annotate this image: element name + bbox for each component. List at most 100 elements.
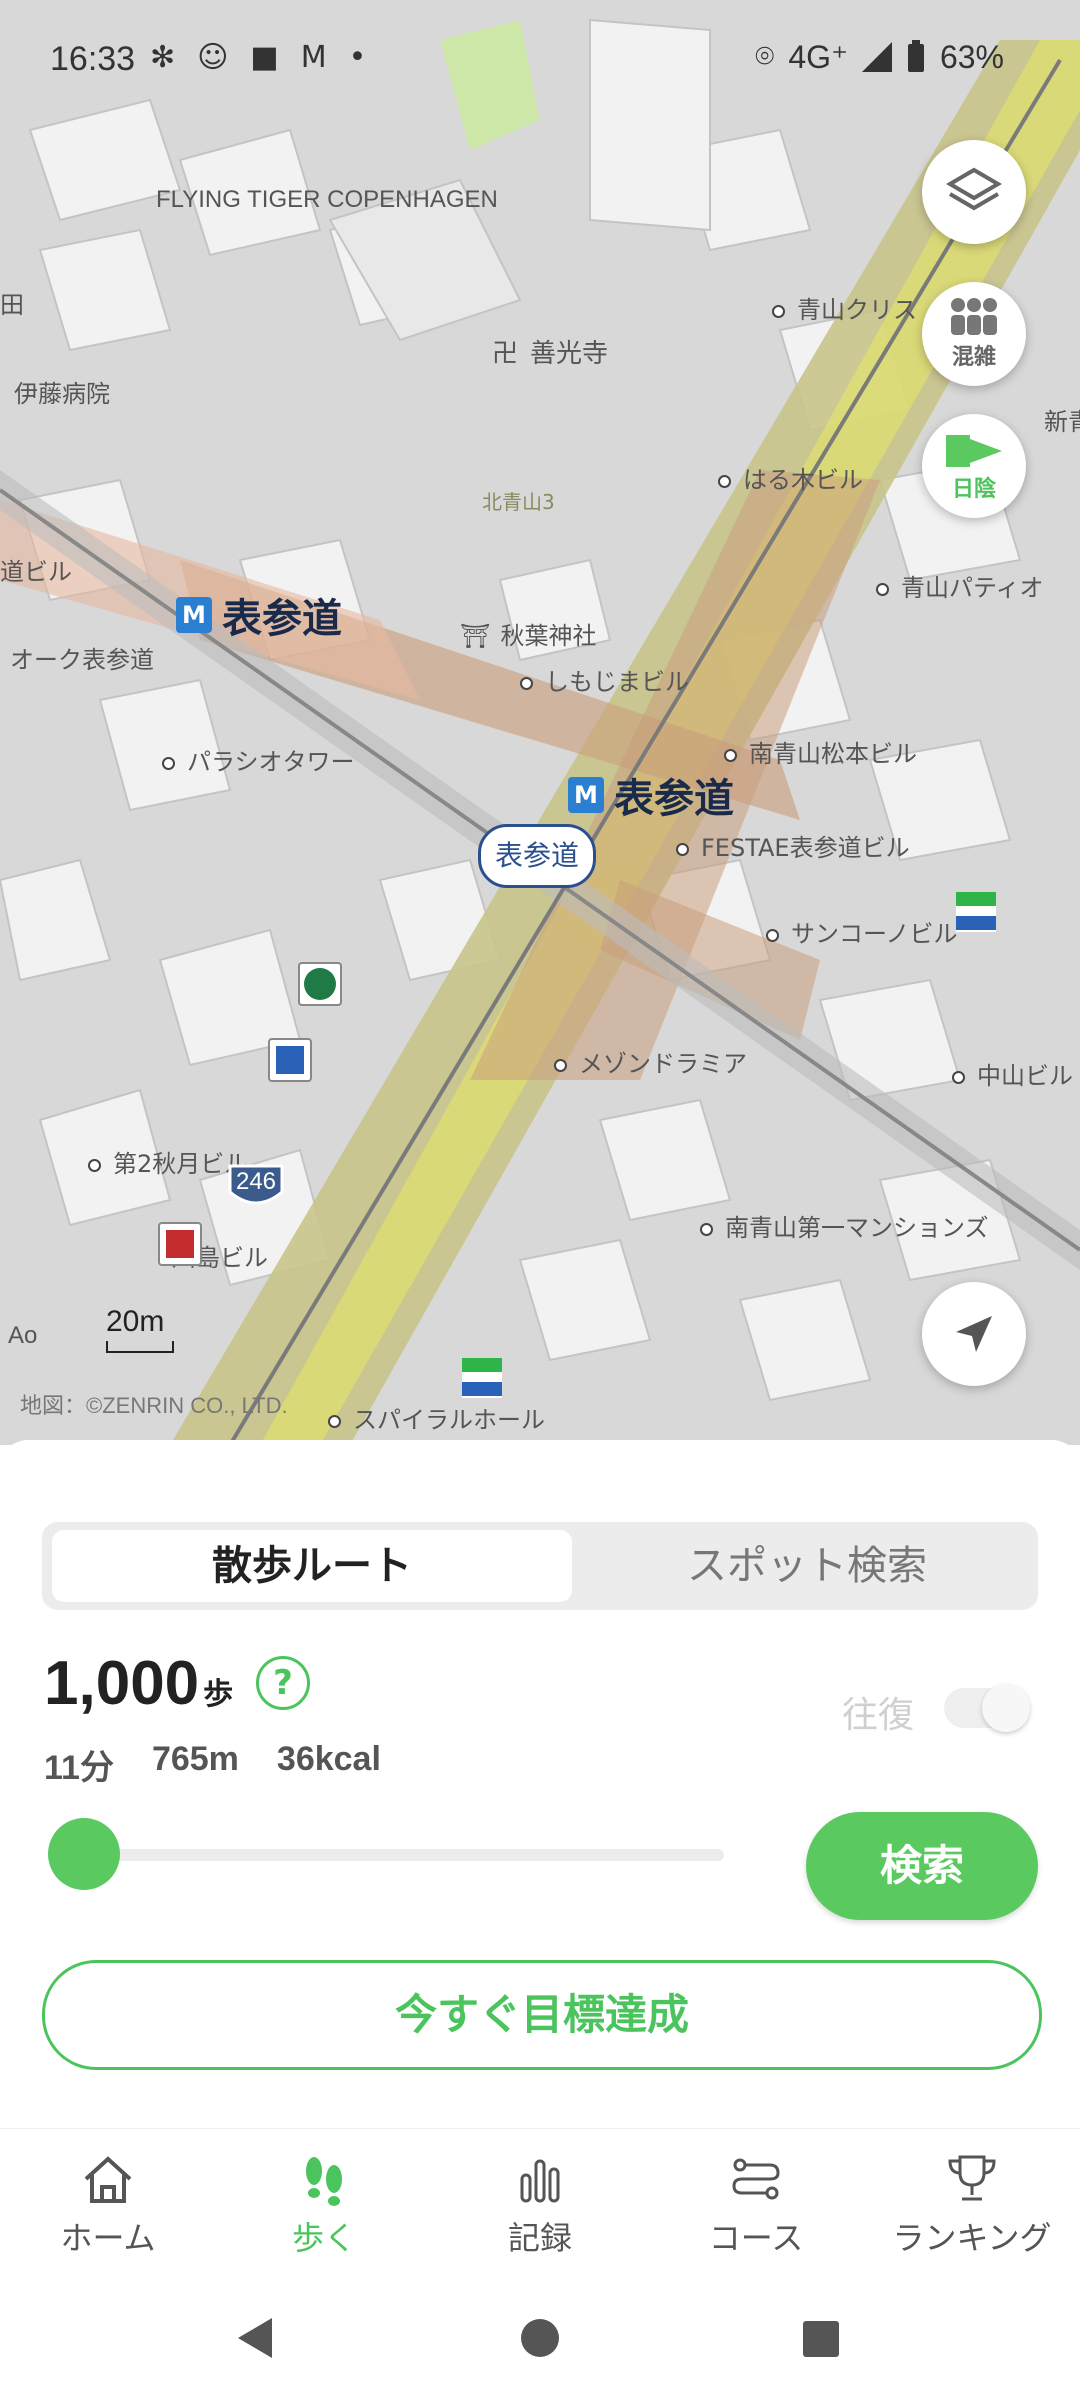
- shade-icon: [946, 435, 1002, 467]
- map-label-spiral[interactable]: スパイラルホール: [328, 1400, 545, 1435]
- crowd-icon: [951, 298, 997, 335]
- metro-icon: M: [176, 597, 212, 633]
- round-trip-toggle[interactable]: [944, 1684, 1030, 1732]
- toggle-knob: [982, 1684, 1030, 1732]
- tab-spot-search[interactable]: スポット検索: [582, 1530, 1032, 1602]
- search-button[interactable]: 検索: [806, 1812, 1038, 1920]
- map-label-palacio[interactable]: パラシオタワー: [162, 742, 355, 777]
- tab-ranking-label: ランキング: [892, 2219, 1052, 2257]
- my-location-button[interactable]: [922, 1282, 1026, 1386]
- map-label-nakayama[interactable]: 中山ビル: [952, 1056, 1073, 1091]
- tab-walk[interactable]: 歩く: [216, 2129, 432, 2279]
- starbucks-icon[interactable]: [298, 962, 342, 1006]
- target-steps: 1,000 歩: [44, 1648, 233, 1719]
- calories: 36kcal: [276, 1740, 381, 1778]
- map-label-minami-matsumoto[interactable]: 南青山松本ビル: [724, 734, 917, 769]
- familymart-icon[interactable]: [956, 892, 996, 932]
- notification-icons: ✻ ☺ ■ M •: [150, 40, 366, 75]
- steps-value: 1,000: [44, 1649, 200, 1718]
- station-label-omotesando-west[interactable]: M 表参道: [176, 586, 342, 644]
- map-label-ao: Ao: [8, 1322, 38, 1349]
- tab-records-label: 記録: [507, 2219, 572, 2257]
- map-label-minami-daiichi[interactable]: 南青山第一マンションズ: [700, 1208, 989, 1243]
- route-stats: 11分 765m 36kcal: [44, 1740, 381, 1789]
- kfc-icon[interactable]: [158, 1222, 202, 1266]
- tab-course-label: コース: [708, 2219, 804, 2257]
- tab-course[interactable]: コース: [648, 2129, 864, 2279]
- steps-slider[interactable]: [48, 1818, 724, 1890]
- recents-icon[interactable]: [802, 2320, 840, 2358]
- map-label-itou[interactable]: 伊藤病院: [14, 374, 110, 409]
- crowd-label: 混雑: [951, 345, 996, 370]
- route-icon: [732, 2158, 780, 2200]
- shrine-icon: ⛩: [460, 622, 491, 650]
- shade-button[interactable]: 日陰: [922, 414, 1026, 518]
- tab-records[interactable]: 記録: [432, 2129, 648, 2279]
- station-pill[interactable]: 表参道: [478, 824, 596, 888]
- tab-home[interactable]: ホーム: [0, 2129, 216, 2279]
- slack-icon: ✻: [150, 40, 176, 75]
- cube-icon: ■: [250, 40, 279, 75]
- shade-label: 日陰: [951, 477, 996, 502]
- layers-icon: [946, 167, 1002, 211]
- map-label-harukibiru[interactable]: はる木ビル: [718, 460, 863, 495]
- map-view[interactable]: 16:33 ✻ ☺ ■ M • ⌾ 4G⁺ 63% FLYING TIGER C…: [0, 0, 1080, 1445]
- battery-level: 63%: [939, 38, 1004, 75]
- network-type: 4G⁺: [788, 39, 848, 75]
- home-nav-icon[interactable]: [520, 2318, 560, 2358]
- lawson-icon[interactable]: [268, 1038, 312, 1082]
- tab-home-label: ホーム: [60, 2219, 156, 2257]
- round-trip-label: 往復: [842, 1695, 915, 1736]
- map-label-zenkoji-text: 善光寺: [530, 339, 609, 369]
- tab-walk-label: 歩く: [291, 2219, 356, 2257]
- map-label-aoyama-kuris[interactable]: 青山クリス: [772, 290, 917, 325]
- map-label-kitaaoyama: 北青山3: [482, 490, 555, 514]
- slider-thumb[interactable]: [48, 1818, 120, 1890]
- duration: 11分: [44, 1749, 114, 1787]
- station-name: 表参道: [222, 596, 342, 642]
- map-label-maison[interactable]: メゾンドラミア: [554, 1044, 747, 1079]
- map-label-zenkoji[interactable]: 卍善光寺: [492, 333, 608, 370]
- map-label-oak-omotesando[interactable]: オーク表参道: [10, 640, 154, 675]
- scale-text: 20m: [106, 1305, 165, 1338]
- crowd-button[interactable]: 混雑: [922, 282, 1026, 386]
- location-icon: ⌾: [755, 38, 775, 74]
- map-label-ta: 田: [0, 291, 24, 319]
- map-label-flying-tiger[interactable]: FLYING TIGER COPENHAGEN: [156, 186, 498, 214]
- map-label-shinaoyama: 新青山: [1044, 408, 1080, 436]
- slider-track: [78, 1849, 724, 1861]
- status-bar: 16:33 ✻ ☺ ■ M • ⌾ 4G⁺ 63%: [0, 0, 1080, 120]
- map-label-mido: 道ビル: [0, 558, 72, 586]
- map-label-sanko[interactable]: サンコーノビル: [766, 914, 958, 949]
- gmail-icon: M: [300, 40, 327, 75]
- map-label-aoyama-patio[interactable]: 青山パティオ: [876, 568, 1044, 603]
- map-label-akiba-text: 秋葉神社: [500, 622, 597, 650]
- battery-icon: [907, 40, 924, 72]
- map-label-shimojima[interactable]: しもじまビル: [520, 662, 689, 697]
- route-panel: 散歩ルート スポット検索 1,000 歩 ? 往復 11分 765m 36kcal…: [0, 1440, 1080, 2130]
- navigation-arrow-icon: [956, 1316, 992, 1352]
- distance: 765m: [151, 1740, 239, 1778]
- station-label-omotesando-east[interactable]: M 表参道: [568, 766, 734, 824]
- app-icon: ☺: [197, 40, 229, 75]
- map-scale: 20m: [106, 1305, 174, 1353]
- metro-icon: M: [568, 777, 604, 813]
- familymart-icon[interactable]: [462, 1358, 502, 1398]
- back-icon[interactable]: [236, 2316, 276, 2360]
- route-shield-icon: 246: [226, 1162, 286, 1212]
- achieve-goal-button[interactable]: 今すぐ目標達成: [42, 1960, 1042, 2070]
- map-label-akiba-jinja[interactable]: ⛩ 秋葉神社: [460, 616, 596, 651]
- temple-icon: 卍: [492, 339, 519, 369]
- steps-unit: 歩: [203, 1678, 234, 1711]
- bottom-tab-bar: ホーム 歩く 記録 コース ランキング: [0, 2128, 1080, 2279]
- home-icon: [84, 2156, 132, 2203]
- help-icon[interactable]: ?: [256, 1656, 310, 1710]
- tab-walk-route[interactable]: 散歩ルート: [52, 1530, 572, 1602]
- tab-ranking[interactable]: ランキング: [864, 2129, 1080, 2279]
- signal-icon: [861, 42, 892, 72]
- layers-button[interactable]: [922, 140, 1026, 244]
- route-number: 246: [235, 1168, 277, 1195]
- dot-icon: •: [348, 40, 367, 75]
- map-label-daini-akizuki[interactable]: 第2秋月ビル: [88, 1144, 248, 1179]
- map-label-festae[interactable]: FESTAE表参道ビル: [676, 828, 910, 863]
